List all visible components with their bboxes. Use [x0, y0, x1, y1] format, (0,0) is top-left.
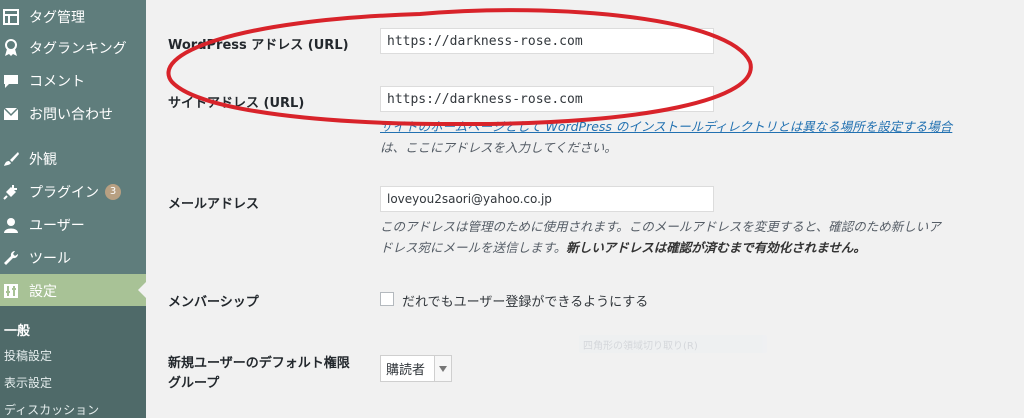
plugin-icon — [2, 183, 20, 201]
user-icon — [2, 216, 20, 234]
site-address-desc-rest: は、ここにアドレスを入力してください。 — [380, 140, 617, 155]
sidebar-item-tools[interactable]: ツール — [0, 241, 146, 274]
email-description: このアドレスは管理のために使用されます。このメールアドレスを変更すると、確認のた… — [380, 216, 1000, 258]
sidebar-item-settings[interactable]: 設定 — [0, 274, 146, 307]
default-role-label-line2: グループ — [168, 376, 220, 391]
sidebar-item-contact[interactable]: お問い合わせ — [0, 97, 146, 130]
sidebar-item-label: プラグイン — [29, 184, 99, 201]
chevron-down-icon — [434, 356, 451, 381]
mail-icon — [2, 105, 20, 123]
table-icon — [2, 8, 20, 26]
membership-checkbox[interactable] — [380, 292, 394, 306]
default-role-select[interactable]: 購読者 — [380, 355, 452, 382]
sidebar-item-label: 外観 — [29, 151, 57, 168]
email-desc-line2: ドレス宛にメールを送信します。 — [380, 240, 567, 255]
sidebar-item-label: コメント — [29, 73, 85, 90]
site-address-help-link[interactable]: サイトのホームページとして WordPress のインストールディレクトリとは異… — [380, 119, 952, 134]
submenu-item-general[interactable]: 一般 — [4, 320, 30, 339]
submenu-item-discussion[interactable]: ディスカッション — [4, 401, 99, 418]
sidebar-item-label: ユーザー — [29, 217, 85, 234]
admin-sidebar: タグ管理 タグランキング コメント お問い合わせ 外観 プラグイン 3 ユーザー… — [0, 0, 146, 418]
site-address-label: サイトアドレス (URL) — [168, 96, 305, 111]
wrench-icon — [2, 249, 20, 267]
plugin-update-badge: 3 — [105, 183, 121, 200]
brush-icon — [2, 150, 20, 168]
default-role-selected: 購読者 — [386, 363, 426, 378]
settings-icon — [2, 282, 20, 300]
settings-submenu: 一般 投稿設定 表示設定 ディスカッション — [0, 306, 146, 418]
sidebar-item-label: 設定 — [29, 283, 57, 300]
site-address-description: サイトのホームページとして WordPress のインストールディレクトリとは異… — [380, 116, 1000, 158]
email-input[interactable] — [380, 186, 714, 212]
sidebar-item-label: タグ管理 — [29, 9, 85, 26]
settings-form: WordPress アドレス (URL) サイトアドレス (URL) サイトのホ… — [146, 0, 1024, 418]
sidebar-item-plugins[interactable]: プラグイン 3 — [0, 175, 146, 208]
sidebar-item-comments[interactable]: コメント — [0, 64, 146, 97]
membership-checkbox-label[interactable]: だれでもユーザー登録ができるようにする — [402, 291, 648, 310]
submenu-item-reading[interactable]: 表示設定 — [4, 374, 52, 391]
sidebar-item-label: お問い合わせ — [29, 106, 113, 123]
email-desc-bold: 新しいアドレスは確認が済むまで有効化されません。 — [566, 240, 866, 255]
screenshot-tool-tooltip: 四角形の領域切り取り(R) — [579, 335, 767, 353]
sidebar-item-tag-management[interactable]: タグ管理 — [0, 0, 146, 33]
sidebar-item-label: ツール — [29, 250, 71, 267]
submenu-item-writing[interactable]: 投稿設定 — [4, 347, 52, 364]
wp-address-label: WordPress アドレス (URL) — [168, 38, 349, 53]
default-role-label-line1: 新規ユーザーのデフォルト権限 — [168, 356, 350, 371]
ghost-tooltip-text: 四角形の領域切り取り(R) — [583, 340, 698, 352]
sidebar-item-label: タグランキング — [29, 40, 127, 57]
wp-address-input[interactable] — [380, 28, 714, 54]
site-address-input[interactable] — [380, 86, 714, 112]
sidebar-item-users[interactable]: ユーザー — [0, 208, 146, 241]
email-desc-line1: このアドレスは管理のために使用されます。このメールアドレスを変更すると、確認のた… — [380, 219, 941, 234]
comment-icon — [2, 72, 20, 90]
sidebar-item-tag-ranking[interactable]: タグランキング — [0, 31, 146, 64]
screen: タグ管理 タグランキング コメント お問い合わせ 外観 プラグイン 3 ユーザー… — [0, 0, 1024, 418]
membership-label: メンバーシップ — [168, 295, 259, 310]
email-label: メールアドレス — [168, 197, 260, 212]
award-icon — [2, 38, 20, 57]
sidebar-item-appearance[interactable]: 外観 — [0, 142, 146, 175]
